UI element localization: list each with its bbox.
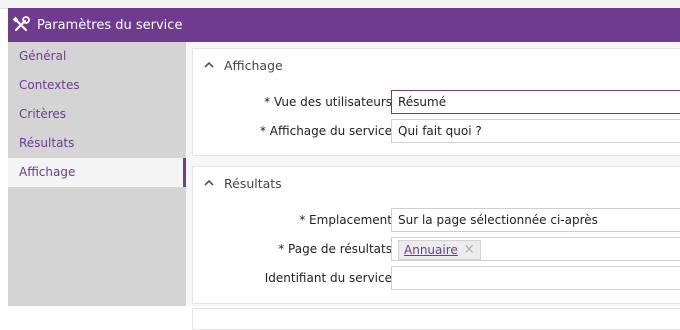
page-tag-annuaire[interactable]: Annuaire × [398,240,481,260]
remove-tag-icon[interactable]: × [464,239,475,260]
section-affichage: Affichage * Vue des utilisateurs Résumé … [192,48,680,156]
field-row-page-resultats: * Page de résultats Annuaire × [193,237,680,261]
dialog-titlebar: Paramètres du service [8,8,680,42]
field-row-identifiant-service: Identifiant du service [193,266,680,290]
page-resultats-picker[interactable]: Annuaire × [391,237,680,261]
field-row-vue-utilisateurs: * Vue des utilisateurs Résumé [193,90,680,114]
sidebar-item-general[interactable]: Général [8,42,186,71]
identifiant-service-label: Identifiant du service [264,271,392,285]
chevron-up-icon [204,179,214,186]
field-row-emplacement: * Emplacement Sur la page sélectionnée c… [193,208,680,232]
page-tag-label[interactable]: Annuaire [404,239,458,260]
vue-utilisateurs-select[interactable]: Résumé [391,90,680,114]
service-settings-dialog: Paramètres du service Général Contextes … [8,8,680,330]
section-resultats-header[interactable]: Résultats [193,167,680,199]
tools-icon [12,16,30,32]
settings-content: Affichage * Vue des utilisateurs Résumé … [186,42,680,330]
sidebar-item-affichage[interactable]: Affichage [8,158,186,187]
vue-utilisateurs-label: * Vue des utilisateurs [264,95,392,109]
section-affichage-title: Affichage [224,57,283,73]
sidebar-item-resultats[interactable]: Résultats [8,129,186,158]
section-resultats: Résultats * Emplacement Sur la page séle… [192,166,680,304]
sidebar-item-criteres[interactable]: Critères [8,100,186,129]
affichage-service-label: * Affichage du service [259,124,392,138]
section-affichage-header[interactable]: Affichage [193,49,680,81]
settings-sidebar: Général Contextes Critères Résultats Aff… [8,42,186,306]
dialog-title: Paramètres du service [37,17,183,33]
next-section-edge [192,308,680,330]
sidebar-item-contextes[interactable]: Contextes [8,71,186,100]
chevron-up-icon [204,61,214,68]
page-resultats-label: * Page de résultats [278,242,392,256]
affichage-service-select[interactable]: Qui fait quoi ? [391,119,680,143]
identifiant-service-input[interactable] [391,266,680,290]
emplacement-label: * Emplacement [299,213,392,227]
emplacement-select[interactable]: Sur la page sélectionnée ci-après [391,208,680,232]
section-resultats-title: Résultats [224,175,282,191]
field-row-affichage-service: * Affichage du service Qui fait quoi ? [193,119,680,143]
